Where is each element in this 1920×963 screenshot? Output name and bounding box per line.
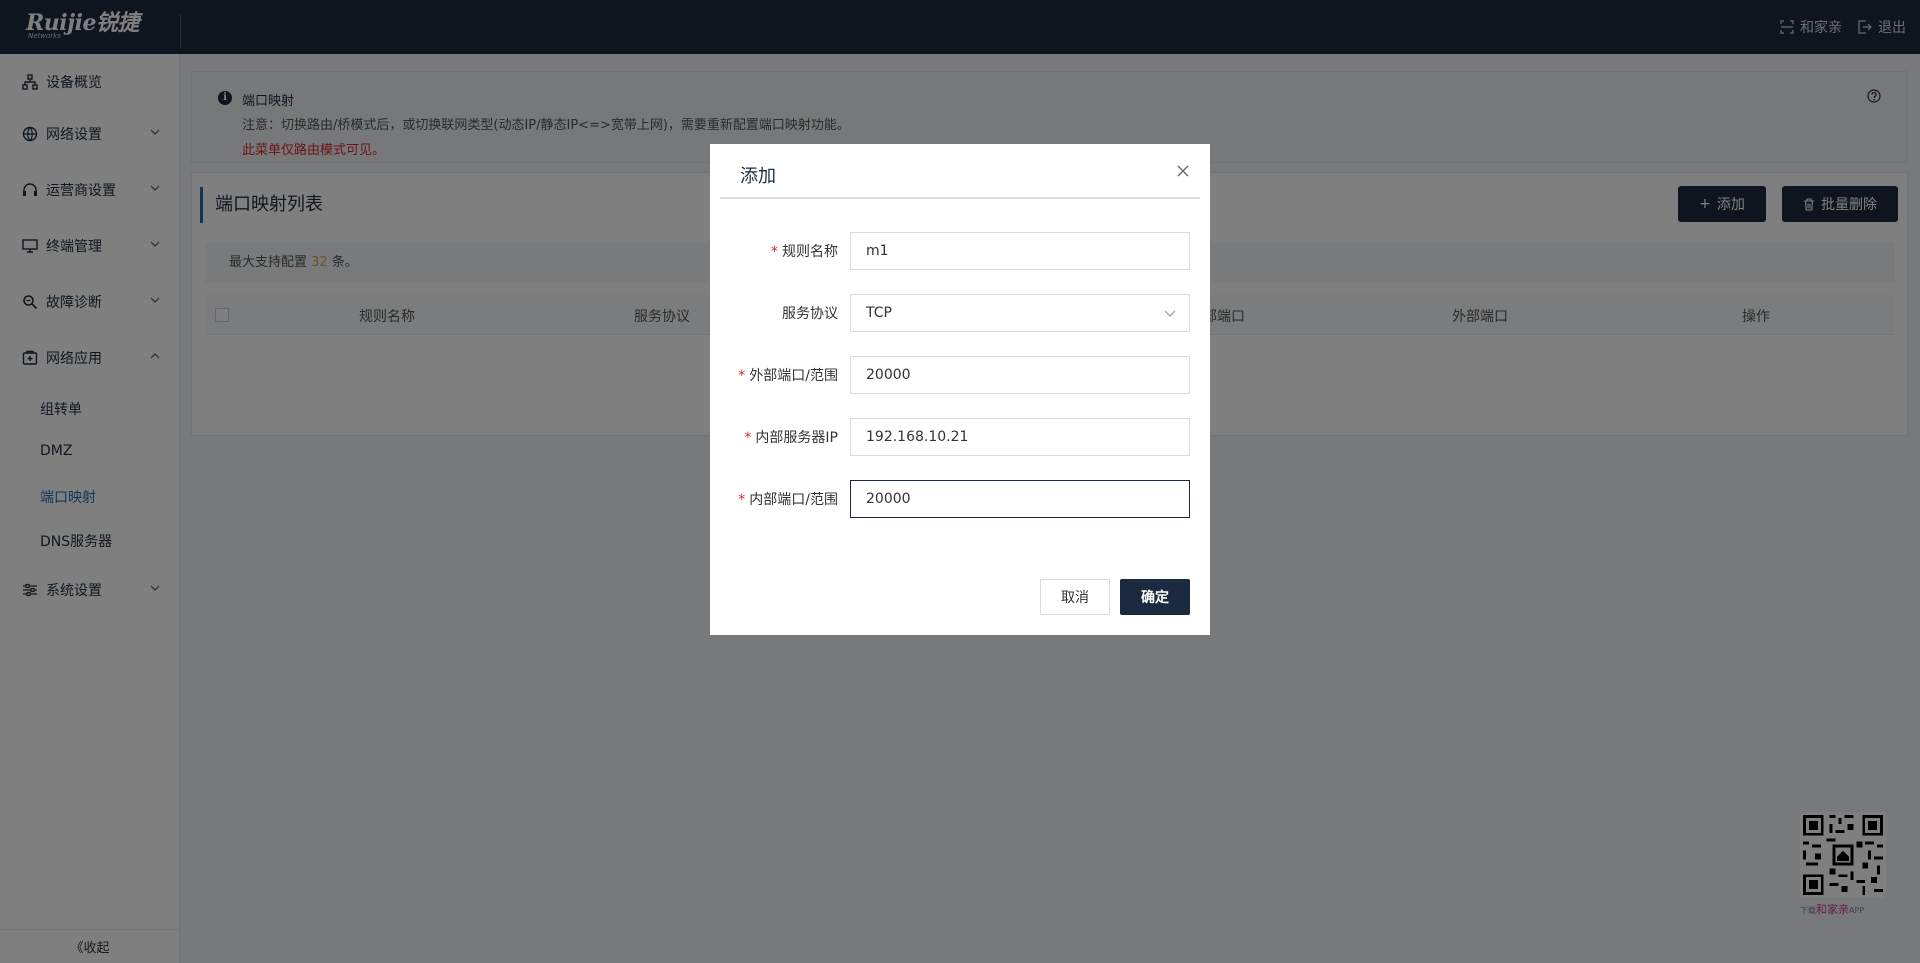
add-rule-dialog: 添加 * 规则名称 m1 服务协议 TCP * 外部端口/范围 20000 * 内部服… [710, 144, 1210, 635]
form-row-rule-name: * 规则名称 m1 [710, 232, 1210, 270]
rule-name-input[interactable]: m1 [850, 232, 1190, 270]
dialog-title: 添加 [740, 166, 776, 187]
confirm-button[interactable]: 确定 [1120, 579, 1190, 615]
cancel-button[interactable]: 取消 [1040, 579, 1110, 615]
form-row-external-port: * 外部端口/范围 20000 [710, 356, 1210, 394]
protocol-select[interactable]: TCP [850, 294, 1190, 332]
form-row-internal-port: * 内部端口/范围 20000 [710, 480, 1210, 518]
server-ip-label: 内部服务器IP [755, 430, 838, 446]
form-row-protocol: 服务协议 TCP [710, 294, 1210, 332]
external-port-label: 外部端口/范围 [749, 368, 838, 384]
server-ip-input[interactable]: 192.168.10.21 [850, 418, 1190, 456]
external-port-input[interactable]: 20000 [850, 356, 1190, 394]
internal-port-input[interactable]: 20000 [850, 480, 1190, 518]
protocol-label: 服务协议 [782, 306, 838, 322]
form-row-server-ip: * 内部服务器IP 192.168.10.21 [710, 418, 1210, 456]
chevron-down-icon [1164, 310, 1176, 317]
dialog-divider [720, 197, 1200, 199]
rule-name-label: 规则名称 [782, 244, 838, 260]
close-icon[interactable] [1176, 164, 1190, 178]
internal-port-label: 内部端口/范围 [749, 492, 838, 508]
